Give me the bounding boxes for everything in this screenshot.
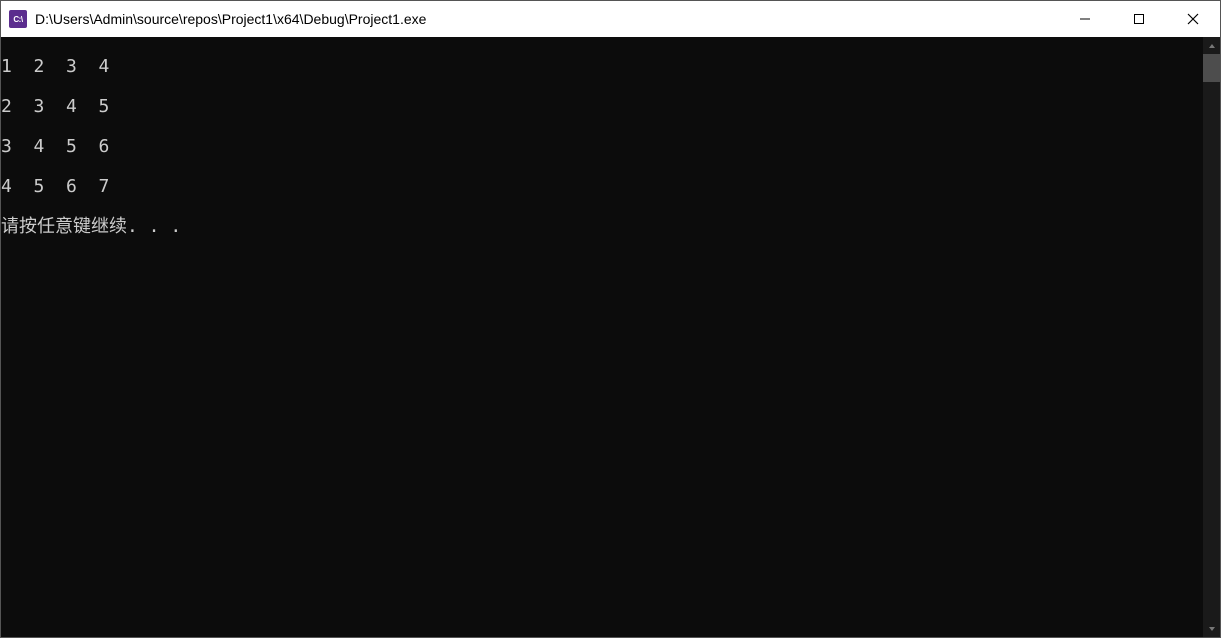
maximize-icon	[1133, 13, 1145, 25]
scrollbar-track[interactable]	[1203, 54, 1220, 620]
scroll-up-button[interactable]	[1203, 37, 1220, 54]
console-line: 2 3 4 5	[1, 97, 1203, 117]
vertical-scrollbar[interactable]	[1203, 37, 1220, 637]
close-icon	[1187, 13, 1199, 25]
client-area: 1 2 3 4 2 3 4 5 3 4 5 6 4 5 6 7 请按任意键继续.…	[1, 37, 1220, 637]
console-line: 请按任意键继续. . .	[1, 217, 1203, 237]
console-window: C:\ D:\Users\Admin\source\repos\Project1…	[0, 0, 1221, 638]
scrollbar-thumb[interactable]	[1203, 54, 1220, 82]
chevron-down-icon	[1208, 625, 1216, 633]
minimize-icon	[1079, 13, 1091, 25]
maximize-button[interactable]	[1112, 1, 1166, 37]
close-button[interactable]	[1166, 1, 1220, 37]
console-output[interactable]: 1 2 3 4 2 3 4 5 3 4 5 6 4 5 6 7 请按任意键继续.…	[1, 37, 1203, 637]
chevron-up-icon	[1208, 42, 1216, 50]
console-line: 1 2 3 4	[1, 57, 1203, 77]
console-line: 3 4 5 6	[1, 137, 1203, 157]
titlebar[interactable]: C:\ D:\Users\Admin\source\repos\Project1…	[1, 1, 1220, 37]
window-controls	[1058, 1, 1220, 37]
scroll-down-button[interactable]	[1203, 620, 1220, 637]
window-title: D:\Users\Admin\source\repos\Project1\x64…	[35, 11, 1058, 27]
minimize-button[interactable]	[1058, 1, 1112, 37]
app-icon: C:\	[9, 10, 27, 28]
console-line: 4 5 6 7	[1, 177, 1203, 197]
